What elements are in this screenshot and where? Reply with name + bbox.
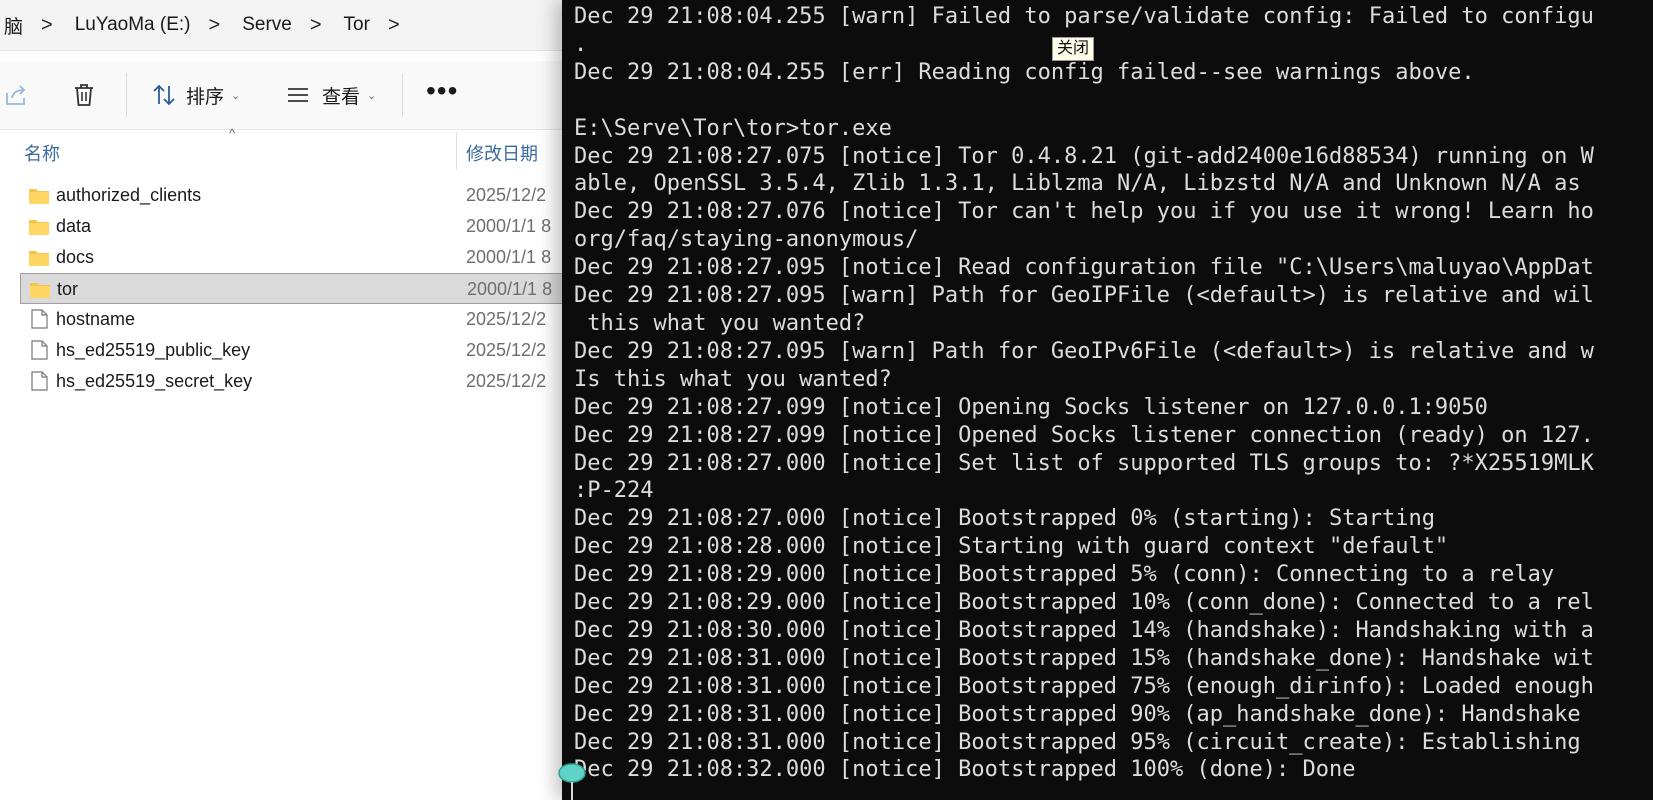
breadcrumb-item-pc[interactable]: 脑 [0, 12, 27, 39]
chevron-down-icon: ⌄ [231, 89, 241, 102]
list-item[interactable]: hostname 2025/12/2 [20, 304, 562, 335]
list-item[interactable]: data 2000/1/1 8 [20, 211, 562, 242]
console-line: able, OpenSSL 3.5.4, Zlib 1.3.1, Liblzma… [574, 171, 1594, 197]
console-line: Dec 29 21:08:29.000 [notice] Bootstrappe… [574, 562, 1555, 588]
file-name: authorized_clients [56, 185, 202, 205]
toolbar-divider [402, 73, 403, 117]
column-name-header[interactable]: 名称 [24, 140, 60, 166]
column-header: ^ 名称 修改日期 [0, 126, 562, 170]
folder-icon [29, 251, 49, 266]
breadcrumb-item-serve[interactable]: Serve [238, 14, 296, 36]
list-item[interactable]: authorized_clients 2025/12/2 [20, 180, 562, 211]
address-bar[interactable]: 脑 > LuYaoMa (E:) > Serve > Tor > [0, 0, 562, 51]
file-date: 2025/12/2 [466, 309, 547, 329]
column-date-header[interactable]: 修改日期 [466, 140, 538, 166]
console-line: Dec 29 21:08:27.095 [warn] Path for GeoI… [574, 338, 1594, 364]
console-line: :P-224 [574, 478, 654, 504]
console-line: Dec 29 21:08:29.000 [notice] Bootstrappe… [574, 590, 1594, 616]
console-line: Dec 29 21:08:27.099 [notice] Opening Soc… [574, 394, 1488, 420]
file-icon [31, 371, 48, 391]
console-line: Dec 29 21:08:27.000 [notice] Bootstrappe… [574, 506, 1435, 532]
toolbar-divider [126, 73, 127, 117]
console-line: Dec 29 21:08:31.000 [notice] Bootstrappe… [574, 729, 1594, 755]
console-output[interactable]: Dec 29 21:08:04.255 [warn] Failed to par… [574, 3, 1594, 784]
console-line: Dec 29 21:08:31.000 [notice] Bootstrappe… [574, 645, 1594, 671]
file-explorer-window: 脑 > LuYaoMa (E:) > Serve > Tor > 排序 ⌄ 查看… [0, 0, 562, 800]
file-date: 2000/1/1 8 [467, 279, 553, 299]
console-line: Dec 29 21:08:27.075 [notice] Tor 0.4.8.2… [574, 143, 1594, 169]
console-line: Dec 29 21:08:28.000 [notice] Starting wi… [574, 534, 1449, 560]
chevron-right-icon[interactable]: > [195, 14, 239, 37]
chevron-right-icon[interactable]: > [296, 14, 340, 37]
column-divider[interactable] [456, 132, 457, 170]
folder-icon [30, 283, 50, 298]
mouse-cursor-icon [558, 763, 586, 800]
file-name: hs_ed25519_public_key [56, 340, 251, 360]
console-line: . [574, 31, 588, 57]
sort-ascending-icon: ^ [229, 126, 236, 141]
command-bar: 排序 ⌄ 查看 ⌄ ••• [0, 61, 562, 130]
folder-icon [29, 220, 49, 235]
close-tooltip: 关闭 [1052, 37, 1095, 61]
file-name: hostname [56, 309, 136, 329]
breadcrumb-item-tor[interactable]: Tor [340, 14, 374, 36]
file-name: data [56, 216, 92, 236]
view-button[interactable]: 查看 ⌄ [284, 79, 376, 111]
console-line: Dec 29 21:08:32.000 [notice] Bootstrappe… [574, 757, 1356, 783]
delete-icon[interactable] [70, 81, 98, 109]
file-date: 2025/12/2 [466, 340, 547, 360]
file-icon [31, 309, 48, 329]
console-line: this what you wanted? [574, 310, 866, 336]
console-line: Dec 29 21:08:27.095 [notice] Read config… [574, 255, 1594, 281]
file-date: 2000/1/1 8 [466, 216, 552, 236]
console-line: Dec 29 21:08:27.076 [notice] Tor can't h… [574, 199, 1594, 225]
view-label: 查看 [322, 86, 361, 108]
share-icon[interactable] [2, 81, 30, 109]
list-item[interactable]: docs 2000/1/1 8 [20, 242, 562, 273]
file-name: tor [57, 279, 79, 299]
list-item[interactable]: hs_ed25519_secret_key 2025/12/2 [20, 366, 562, 397]
console-line: org/faq/staying-anonymous/ [574, 227, 919, 253]
console-line: Dec 29 21:08:30.000 [notice] Bootstrappe… [574, 617, 1594, 643]
list-item-selected[interactable]: tor 2000/1/1 8 [20, 273, 562, 304]
file-name: hs_ed25519_secret_key [56, 371, 253, 391]
console-line: Dec 29 21:08:27.000 [notice] Set list of… [574, 450, 1594, 476]
console-line: Dec 29 21:08:04.255 [err] Reading config… [574, 59, 1475, 85]
file-date: 2025/12/2 [466, 371, 547, 391]
file-date: 2025/12/2 [466, 185, 547, 205]
breadcrumb: 脑 > LuYaoMa (E:) > Serve > Tor > [0, 10, 418, 40]
console-line: Dec 29 21:08:31.000 [notice] Bootstrappe… [574, 701, 1594, 727]
sort-label: 排序 [186, 86, 225, 108]
breadcrumb-item-drive[interactable]: LuYaoMa (E:) [71, 14, 195, 36]
file-name: docs [56, 247, 95, 267]
list-item[interactable]: hs_ed25519_public_key 2025/12/2 [20, 335, 562, 366]
more-options-button[interactable]: ••• [426, 77, 458, 105]
chevron-right-icon[interactable]: > [27, 14, 71, 37]
file-icon [31, 340, 48, 360]
sort-button[interactable]: 排序 ⌄ [150, 79, 240, 111]
view-list-icon [288, 88, 308, 102]
file-date: 2000/1/1 8 [466, 247, 552, 267]
console-line: Dec 29 21:08:31.000 [notice] Bootstrappe… [574, 673, 1594, 699]
console-line: Is this what you wanted? [574, 366, 892, 392]
chevron-right-icon[interactable]: > [374, 14, 418, 37]
console-line: Dec 29 21:08:27.095 [warn] Path for GeoI… [574, 283, 1594, 309]
console-line: E:\Serve\Tor\tor>tor.exe [574, 115, 892, 141]
chevron-down-icon: ⌄ [367, 89, 377, 102]
console-line: Dec 29 21:08:27.099 [notice] Opened Sock… [574, 422, 1594, 448]
folder-icon [29, 189, 49, 204]
sort-icon [153, 84, 175, 106]
console-line: Dec 29 21:08:04.255 [warn] Failed to par… [574, 4, 1594, 29]
console-window[interactable]: Dec 29 21:08:04.255 [warn] Failed to par… [562, 0, 1653, 800]
